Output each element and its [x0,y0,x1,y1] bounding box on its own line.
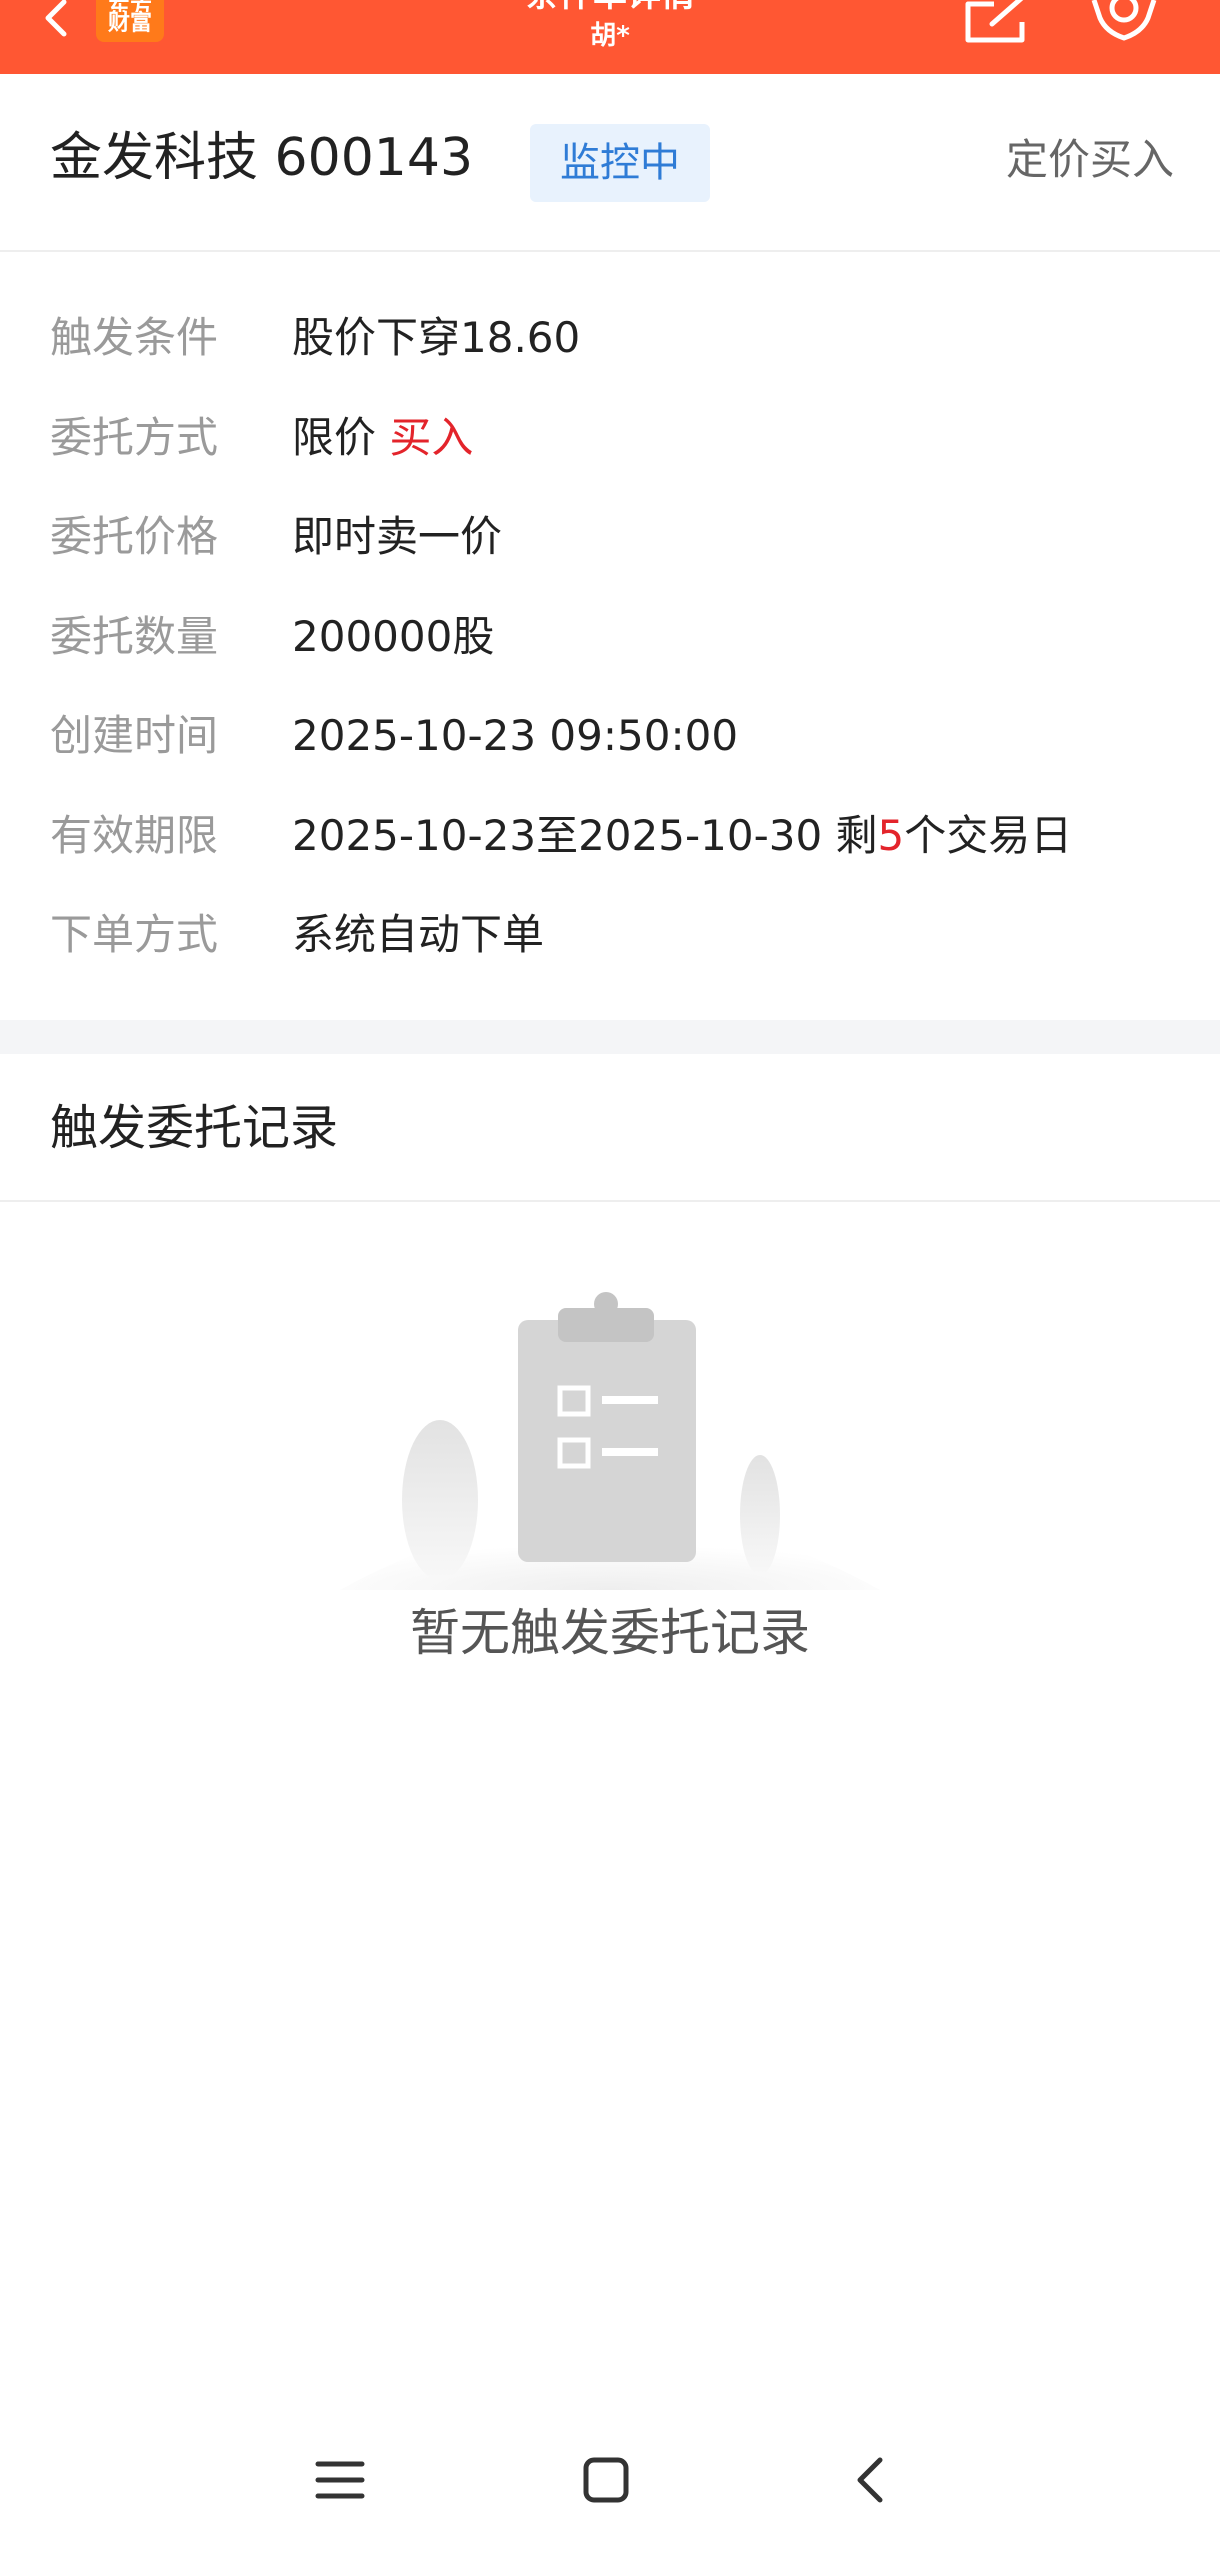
created-value: 2025-10-23 09:50:00 [292,711,739,760]
gear-icon [1091,0,1157,41]
detail-row-quantity: 委托数量 200000股 [0,595,1220,695]
app-logo: 东方 财富 [96,0,164,42]
quantity-label: 委托数量 [50,611,219,661]
clipboard-icon [340,1292,880,1590]
detail-row-trigger: 触发条件 股价下穿18.60 [0,296,1220,396]
section-divider [0,1020,1220,1054]
method-price-type: 限价 [292,412,377,462]
order-type-label: 定价买入 [1005,135,1174,184]
empty-state-text: 暂无触发委托记录 [410,1604,810,1662]
share-icon [965,0,1025,43]
detail-row-method: 委托方式 限价 买入 [0,396,1220,496]
created-label: 创建时间 [50,711,219,760]
divider [0,1200,1220,1202]
trigger-label: 触发条件 [50,313,219,362]
method-value: 限价 买入 [292,410,473,466]
validity-label: 有效期限 [50,810,219,860]
chevron-left-icon [45,0,67,37]
placement-label: 下单方式 [50,910,219,959]
share-button[interactable] [962,0,1032,46]
top-bar: 东方 财富 条件单详情 胡* [0,0,1220,74]
placement-value: 系统自动下单 [292,910,545,959]
menu-icon [315,2461,365,2499]
price-label: 委托价格 [50,512,219,561]
empty-state-illustration [340,1290,880,1590]
records-section-title: 触发委托记录 [50,1100,339,1156]
settings-button[interactable] [1086,0,1162,46]
method-side: 买入 [389,412,474,462]
stock-header: 金发科技 600143 监控中 定价买入 [0,74,1220,252]
validity-days: 5 [877,810,905,860]
system-nav-bar [0,2430,1220,2530]
back-button[interactable] [30,0,80,50]
system-back-button[interactable] [846,2450,896,2510]
home-icon [583,2457,629,2503]
validity-suffix: 个交易日 [904,810,1073,860]
page-title: 条件单详情 [400,0,820,12]
quantity-value: 200000股 [292,611,495,661]
order-details: 触发条件 股价下穿18.60 委托方式 限价 买入 委托价格 即时卖一价 委托数… [0,296,1220,993]
trigger-value: 股价下穿18.60 [292,313,581,362]
detail-row-price: 委托价格 即时卖一价 [0,495,1220,595]
page-title-area: 条件单详情 胡* [400,0,820,56]
validity-value: 2025-10-23至2025-10-30 剩5个交易日 [292,808,1072,864]
stock-name-code: 金发科技 600143 [50,128,474,188]
account-name: 胡* [590,21,630,51]
back-icon [857,2457,883,2503]
recent-apps-button[interactable] [310,2454,370,2506]
detail-row-created: 创建时间 2025-10-23 09:50:00 [0,694,1220,794]
detail-row-placement: 下单方式 系统自动下单 [0,893,1220,993]
status-badge: 监控中 [530,124,710,202]
method-label: 委托方式 [50,412,219,462]
validity-range: 2025-10-23至2025-10-30 剩 [292,810,878,860]
price-value: 即时卖一价 [292,512,503,561]
home-button[interactable] [576,2450,636,2510]
detail-row-validity: 有效期限 2025-10-23至2025-10-30 剩5个交易日 [0,794,1220,894]
